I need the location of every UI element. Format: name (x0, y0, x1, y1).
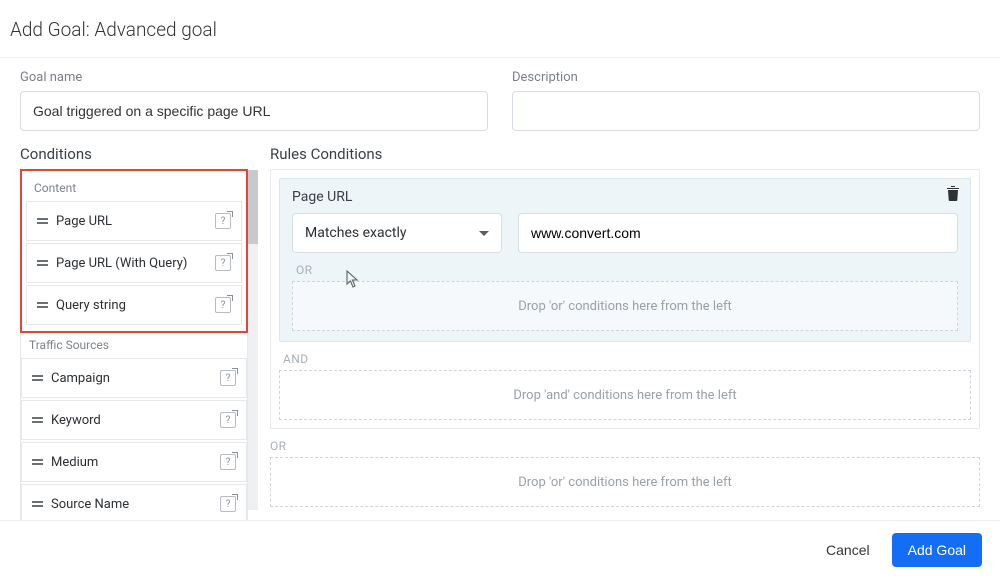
drag-handle-icon[interactable] (32, 417, 43, 422)
and-logic-label: AND (283, 352, 971, 366)
condition-label: Page URL (56, 214, 112, 229)
help-icon[interactable]: ? (215, 297, 231, 313)
drag-handle-icon[interactable] (32, 459, 43, 464)
scroll-thumb[interactable] (248, 170, 258, 244)
help-icon[interactable]: ? (215, 255, 231, 271)
condition-page-url-with-query[interactable]: Page URL (With Query) ? (26, 243, 242, 283)
condition-label: Query string (56, 298, 126, 313)
rule-value-input[interactable] (518, 213, 958, 253)
outer-or-logic-label: OR (270, 439, 980, 453)
condition-label: Campaign (51, 371, 110, 386)
goal-name-label: Goal name (20, 70, 488, 85)
condition-page-url[interactable]: Page URL ? (26, 201, 242, 241)
condition-medium[interactable]: Medium ? (21, 442, 247, 482)
rule-title: Page URL (292, 189, 958, 205)
operator-value: Matches exactly (305, 225, 407, 241)
rules-heading: Rules Conditions (270, 145, 980, 163)
group-traffic-label: Traffic Sources (21, 332, 247, 358)
group-content-label: Content (26, 175, 242, 201)
drag-handle-icon[interactable] (37, 260, 48, 265)
condition-campaign[interactable]: Campaign ? (21, 358, 247, 398)
scrollbar[interactable] (248, 170, 258, 510)
cancel-button[interactable]: Cancel (820, 534, 876, 566)
drag-handle-icon[interactable] (32, 375, 43, 380)
condition-label: Page URL (With Query) (56, 256, 187, 271)
help-icon[interactable]: ? (220, 454, 236, 470)
add-goal-button[interactable]: Add Goal (892, 533, 982, 567)
help-icon[interactable]: ? (215, 213, 231, 229)
chevron-down-icon (479, 231, 489, 236)
description-label: Description (512, 70, 980, 85)
content-group-highlight: Content Page URL ? Page URL (With Query)… (20, 169, 248, 333)
drag-handle-icon[interactable] (37, 302, 48, 307)
description-input[interactable] (512, 91, 980, 131)
operator-select[interactable]: Matches exactly (292, 213, 502, 253)
conditions-heading: Conditions (20, 145, 248, 163)
condition-label: Source Name (51, 497, 129, 512)
or-drop-zone[interactable]: Drop 'or' conditions here from the left (292, 281, 958, 331)
condition-keyword[interactable]: Keyword ? (21, 400, 247, 440)
condition-label: Keyword (51, 413, 101, 428)
condition-source-name[interactable]: Source Name ? (21, 484, 247, 524)
help-icon[interactable]: ? (220, 370, 236, 386)
rule-card-page-url: Page URL Matches exactly OR Drop 'or' co… (279, 178, 971, 342)
help-icon[interactable]: ? (220, 496, 236, 512)
condition-query-string[interactable]: Query string ? (26, 285, 242, 325)
delete-rule-icon[interactable] (946, 185, 960, 205)
or-logic-label: OR (296, 263, 958, 277)
help-icon[interactable]: ? (220, 412, 236, 428)
goal-name-input[interactable] (20, 91, 488, 131)
outer-or-drop-zone[interactable]: Drop 'or' conditions here from the left (270, 457, 980, 507)
and-drop-zone[interactable]: Drop 'and' conditions here from the left (279, 370, 971, 420)
condition-label: Medium (51, 455, 98, 470)
drag-handle-icon[interactable] (32, 501, 43, 506)
drag-handle-icon[interactable] (37, 218, 48, 223)
page-title: Add Goal: Advanced goal (0, 0, 1000, 58)
